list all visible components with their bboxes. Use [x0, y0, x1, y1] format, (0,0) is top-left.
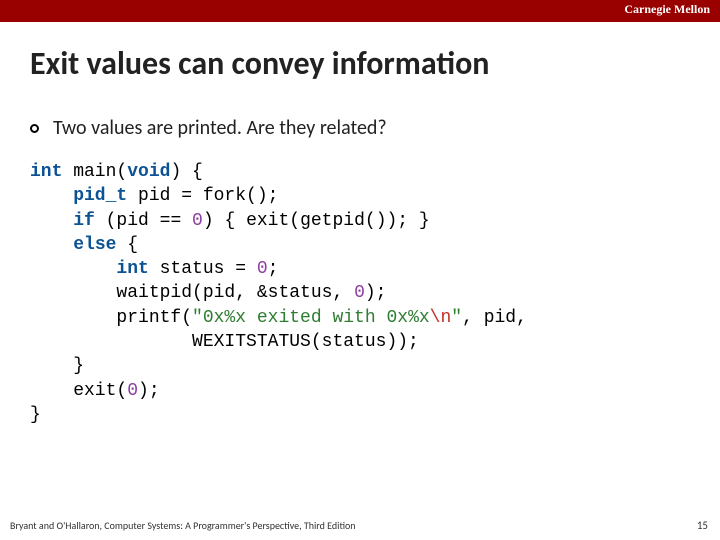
slide-title: Exit values can convey information — [30, 44, 489, 83]
code-token: 0 — [192, 211, 203, 231]
code-token: waitpid(pid, &status, — [30, 283, 354, 303]
bullet-text: Two values are printed. Are they related… — [53, 116, 387, 140]
code-token: WEXITSTATUS(status)); — [30, 332, 419, 352]
bullet-row: Two values are printed. Are they related… — [30, 116, 387, 140]
code-token — [30, 235, 73, 255]
code-token: ) { — [170, 162, 202, 182]
header-bar: Carnegie Mellon — [0, 0, 720, 22]
footer-citation: Bryant and O'Hallaron, Computer Systems:… — [10, 519, 356, 532]
code-token: exit( — [30, 381, 127, 401]
code-token: ); — [138, 381, 160, 401]
page-number: 15 — [697, 519, 708, 532]
code-token: } — [30, 405, 41, 425]
code-token: ); — [365, 283, 387, 303]
bullet-icon — [30, 124, 39, 133]
code-token: main( — [62, 162, 127, 182]
code-token: ) { exit(getpid()); } — [203, 211, 430, 231]
code-token — [30, 211, 73, 231]
slide: Carnegie Mellon Exit values can convey i… — [0, 0, 720, 540]
brand-label: Carnegie Mellon — [624, 2, 710, 17]
code-token: pid = fork(); — [127, 186, 278, 206]
code-token: if — [73, 211, 95, 231]
code-token: int — [116, 259, 148, 279]
code-token: "0x%x exited with 0x%x — [192, 308, 430, 328]
code-token: 0 — [257, 259, 268, 279]
code-token: 0 — [354, 283, 365, 303]
code-token: int — [30, 162, 62, 182]
code-token: ; — [268, 259, 279, 279]
code-token: , pid, — [462, 308, 527, 328]
code-token: printf( — [30, 308, 192, 328]
code-token: " — [451, 308, 462, 328]
code-token: void — [127, 162, 170, 182]
code-token: } — [30, 356, 84, 376]
code-token: { — [116, 235, 138, 255]
code-token — [30, 259, 116, 279]
code-token: 0 — [127, 381, 138, 401]
code-token: \n — [430, 308, 452, 328]
code-token: pid_t — [30, 186, 127, 206]
code-token: (pid == — [95, 211, 192, 231]
code-block: int main(void) { pid_t pid = fork(); if … — [30, 160, 690, 427]
code-token: else — [73, 235, 116, 255]
code-token: status = — [149, 259, 257, 279]
